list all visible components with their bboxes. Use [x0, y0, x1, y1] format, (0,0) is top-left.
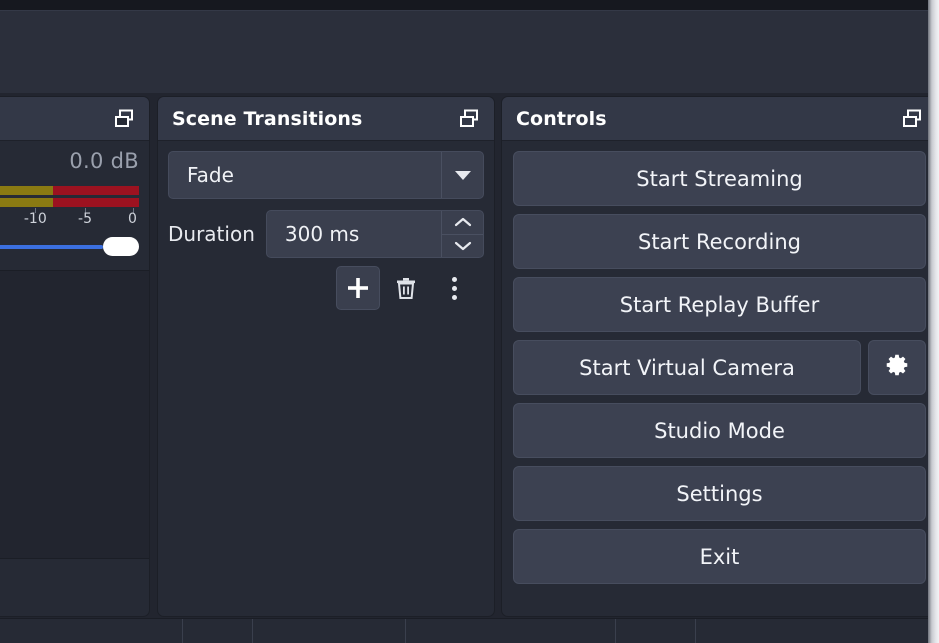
duration-input[interactable]: 300 ms	[267, 211, 441, 257]
start-streaming-button[interactable]: Start Streaming	[513, 151, 926, 206]
volume-slider-fill	[0, 245, 103, 249]
audio-mixer-body: 0.0 dB -20	[0, 141, 149, 616]
window-top-edge	[0, 0, 939, 10]
controls-title: Controls	[516, 107, 607, 130]
chevron-up-icon[interactable]	[442, 211, 483, 234]
virtual-camera-settings-button[interactable]	[868, 340, 926, 395]
controls-header: Controls	[502, 97, 937, 141]
remove-transition-button[interactable]	[384, 266, 428, 310]
duration-stepper[interactable]: 300 ms	[265, 210, 484, 258]
settings-button[interactable]: Settings	[513, 466, 926, 521]
transition-type-select[interactable]: Fade	[168, 151, 484, 199]
volume-slider[interactable]	[0, 234, 139, 260]
audio-mixer-header	[0, 97, 149, 141]
studio-mode-button[interactable]: Studio Mode	[513, 403, 926, 458]
meter-tick-label: -10	[23, 211, 47, 227]
mixer-empty-area	[0, 271, 149, 559]
start-virtual-camera-button[interactable]: Start Virtual Camera	[513, 340, 861, 395]
meter-tick-label: -5	[78, 211, 92, 227]
scene-transitions-title: Scene Transitions	[172, 107, 363, 130]
status-cell	[0, 619, 183, 643]
restore-window-icon[interactable]	[457, 106, 483, 132]
window-right-edge[interactable]	[928, 0, 939, 643]
transition-type-value: Fade	[187, 163, 234, 187]
status-cell	[183, 619, 253, 643]
audio-level-meter-left	[0, 186, 139, 195]
preview-area-background	[0, 10, 939, 93]
obs-main-window: 0.0 dB -20	[0, 0, 939, 643]
start-recording-button[interactable]: Start Recording	[513, 214, 926, 269]
scene-transitions-body: Fade Duration 300 ms	[158, 141, 494, 616]
controls-dock: Controls Start Streaming Start Recording…	[501, 96, 938, 617]
add-transition-button[interactable]	[336, 266, 380, 310]
audio-meter-scale: -20 -15 -10 -5 0	[0, 208, 139, 228]
status-cell	[696, 619, 939, 643]
status-cell	[616, 619, 696, 643]
mixer-source-row: 0.0 dB -20	[0, 141, 149, 271]
audio-level-meter-right	[0, 198, 139, 207]
mixer-db-value: 0.0 dB	[69, 149, 139, 173]
chevron-down-icon[interactable]	[442, 233, 483, 258]
virtual-camera-row: Start Virtual Camera	[513, 340, 926, 395]
chevron-down-icon[interactable]	[441, 152, 483, 198]
mixer-source-top: 0.0 dB	[0, 149, 139, 179]
transition-toolbar	[168, 266, 484, 310]
scene-transitions-dock: Scene Transitions Fade Duration 300 ms	[157, 96, 495, 617]
controls-body: Start Streaming Start Recording Start Re…	[502, 141, 937, 616]
transition-properties-button[interactable]	[432, 266, 476, 310]
gear-icon	[884, 353, 910, 383]
transition-duration-row: Duration 300 ms	[168, 210, 484, 258]
start-replay-buffer-button[interactable]: Start Replay Buffer	[513, 277, 926, 332]
kebab-menu-icon	[451, 276, 457, 300]
meter-tick-label: 0	[128, 211, 137, 227]
duration-stepper-buttons	[441, 211, 483, 257]
status-bar	[0, 618, 939, 643]
restore-window-icon[interactable]	[900, 106, 926, 132]
duration-label: Duration	[168, 222, 255, 246]
restore-window-icon[interactable]	[112, 106, 138, 132]
status-cell	[406, 619, 616, 643]
volume-slider-handle[interactable]	[103, 237, 139, 256]
mixer-toolbar-area	[0, 559, 149, 611]
exit-button[interactable]: Exit	[513, 529, 926, 584]
status-cell	[253, 619, 406, 643]
audio-mixer-dock: 0.0 dB -20	[0, 96, 150, 617]
scene-transitions-header: Scene Transitions	[158, 97, 494, 141]
